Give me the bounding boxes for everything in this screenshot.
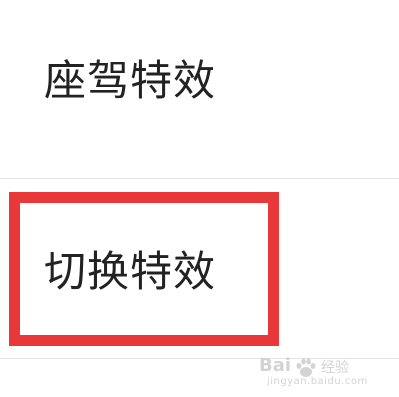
watermark-site: jingyan.baidu.com	[267, 376, 368, 387]
watermark: Bai 经验 jingyan.baidu.com	[259, 357, 389, 391]
setting-row-switch-effects[interactable]: 切换特效	[0, 179, 399, 358]
page: 座驾特效 切换特效 Bai 经验 jingyan.baidu.com	[0, 0, 399, 397]
watermark-cn: 经验	[321, 360, 349, 376]
setting-row-seat-effects[interactable]: 座驾特效	[0, 0, 399, 178]
setting-label-switch-effects: 切换特效	[44, 247, 217, 296]
watermark-logo: Bai	[259, 355, 292, 376]
settings-list: 座驾特效 切换特效	[0, 0, 399, 397]
setting-label-seat-effects: 座驾特效	[44, 56, 217, 105]
